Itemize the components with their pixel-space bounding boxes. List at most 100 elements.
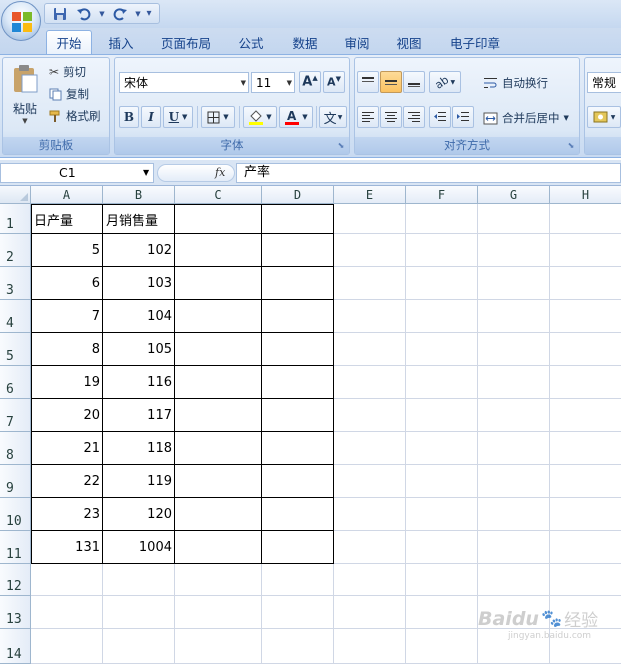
cell-h2[interactable] [550, 234, 621, 267]
tab-home[interactable]: 开始 [46, 30, 92, 54]
cell-e5[interactable] [334, 333, 406, 366]
row-header-3[interactable]: 3 [0, 267, 31, 300]
cell-e1[interactable] [334, 204, 406, 234]
cut-button[interactable]: ✂ 剪切 [49, 63, 86, 81]
wrap-text-button[interactable]: 自动换行 [483, 72, 548, 94]
cell-g5[interactable] [478, 333, 550, 366]
cell-g7[interactable] [478, 399, 550, 432]
cell-a3[interactable]: 6 [31, 267, 103, 300]
cell-b2[interactable]: 102 [103, 234, 175, 267]
cell-f8[interactable] [406, 432, 478, 465]
name-box[interactable]: C1 [0, 163, 154, 183]
office-button[interactable] [1, 1, 41, 41]
row-header-5[interactable]: 5 [0, 333, 31, 366]
column-header-e[interactable]: E [334, 186, 406, 204]
cell-d13[interactable] [262, 596, 334, 629]
increase-indent-button[interactable] [452, 106, 474, 128]
cell-b10[interactable]: 120 [103, 498, 175, 531]
font-size-select[interactable]: 11 ▼ [251, 72, 295, 93]
cell-a2[interactable]: 5 [31, 234, 103, 267]
cell-e8[interactable] [334, 432, 406, 465]
cell-h6[interactable] [550, 366, 621, 399]
row-header-4[interactable]: 4 [0, 300, 31, 333]
font-color-button[interactable]: A ▼ [279, 106, 313, 128]
cell-f9[interactable] [406, 465, 478, 498]
cell-f3[interactable] [406, 267, 478, 300]
cell-e13[interactable] [334, 596, 406, 629]
copy-button[interactable]: 复制 [49, 85, 89, 103]
redo-button[interactable] [109, 5, 131, 23]
cell-h11[interactable] [550, 531, 621, 564]
cell-c14[interactable] [175, 629, 262, 664]
tab-data[interactable]: 数据 [284, 30, 326, 54]
cell-g1[interactable] [478, 204, 550, 234]
cell-e12[interactable] [334, 564, 406, 596]
align-right-button[interactable] [403, 106, 425, 128]
row-header-12[interactable]: 12 [0, 564, 31, 596]
cell-a9[interactable]: 22 [31, 465, 103, 498]
column-header-b[interactable]: B [103, 186, 175, 204]
cell-a4[interactable]: 7 [31, 300, 103, 333]
row-header-11[interactable]: 11 [0, 531, 31, 564]
cell-f7[interactable] [406, 399, 478, 432]
cell-a1-header[interactable]: 日产量 [31, 204, 103, 234]
cell-g10[interactable] [478, 498, 550, 531]
row-header-9[interactable]: 9 [0, 465, 31, 498]
tab-page-layout[interactable]: 页面布局 [154, 30, 218, 54]
bold-button[interactable]: B [119, 106, 139, 128]
tab-view[interactable]: 视图 [388, 30, 430, 54]
cell-b12[interactable] [103, 564, 175, 596]
cell-e4[interactable] [334, 300, 406, 333]
paste-button[interactable]: 粘贴 ▼ [7, 62, 43, 134]
column-header-g[interactable]: G [478, 186, 550, 204]
cell-g9[interactable] [478, 465, 550, 498]
cell-b13[interactable] [103, 596, 175, 629]
cell-f14[interactable] [406, 629, 478, 664]
cell-f6[interactable] [406, 366, 478, 399]
row-header-6[interactable]: 6 [0, 366, 31, 399]
column-header-h[interactable]: H [550, 186, 621, 204]
cell-h8[interactable] [550, 432, 621, 465]
cell-c13[interactable] [175, 596, 262, 629]
cell-e3[interactable] [334, 267, 406, 300]
cell-c12[interactable] [175, 564, 262, 596]
cell-b3[interactable]: 103 [103, 267, 175, 300]
cell-g8[interactable] [478, 432, 550, 465]
cell-h7[interactable] [550, 399, 621, 432]
borders-button[interactable]: ▼ [201, 106, 235, 128]
tab-e-seal[interactable]: 电子印章 [442, 30, 508, 54]
cell-b4[interactable]: 104 [103, 300, 175, 333]
cell-b6[interactable]: 116 [103, 366, 175, 399]
name-box-dropdown-icon[interactable]: ▼ [143, 163, 153, 183]
fill-color-button[interactable]: ▼ [243, 106, 277, 128]
cell-h3[interactable] [550, 267, 621, 300]
cell-f4[interactable] [406, 300, 478, 333]
cell-b1-header[interactable]: 月销售量 [103, 204, 175, 234]
column-header-a[interactable]: A [31, 186, 103, 204]
decrease-indent-button[interactable] [429, 106, 451, 128]
undo-dropdown[interactable]: ▼ [97, 5, 107, 23]
cell-a11[interactable]: 131 [31, 531, 103, 564]
cell-e2[interactable] [334, 234, 406, 267]
cell-b9[interactable]: 119 [103, 465, 175, 498]
cell-g4[interactable] [478, 300, 550, 333]
align-middle-button[interactable] [380, 71, 402, 93]
column-header-f[interactable]: F [406, 186, 478, 204]
row-header-14[interactable]: 14 [0, 629, 31, 664]
cell-b5[interactable]: 105 [103, 333, 175, 366]
tab-review[interactable]: 审阅 [336, 30, 378, 54]
cell-a13[interactable] [31, 596, 103, 629]
cell-e6[interactable] [334, 366, 406, 399]
row-header-10[interactable]: 10 [0, 498, 31, 531]
cell-d14[interactable] [262, 629, 334, 664]
cell-a8[interactable]: 21 [31, 432, 103, 465]
cell-g2[interactable] [478, 234, 550, 267]
cell-a14[interactable] [31, 629, 103, 664]
cell-b11[interactable]: 1004 [103, 531, 175, 564]
cell-f1[interactable] [406, 204, 478, 234]
select-all-corner[interactable] [0, 186, 31, 204]
align-left-button[interactable] [357, 106, 379, 128]
cell-b14[interactable] [103, 629, 175, 664]
tab-formulas[interactable]: 公式 [230, 30, 272, 54]
cell-h1[interactable] [550, 204, 621, 234]
